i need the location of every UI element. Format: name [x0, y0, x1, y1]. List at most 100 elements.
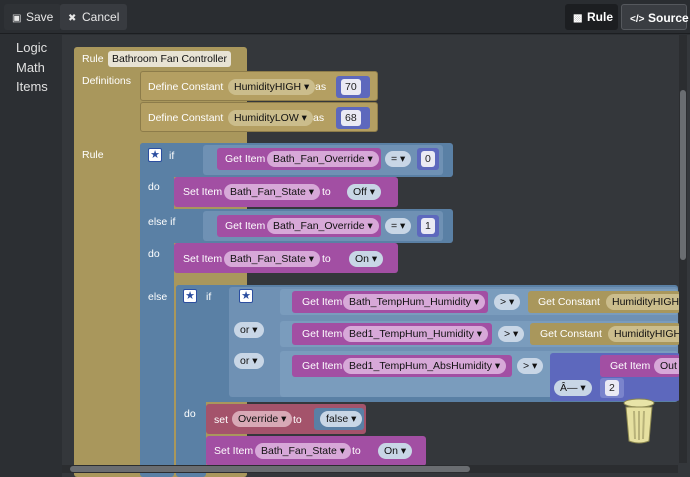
vertical-scroll-thumb[interactable]	[680, 90, 686, 260]
item-name: Bath_Fan_Override	[273, 153, 365, 165]
star-icon[interactable]: ★	[183, 289, 197, 303]
toolbox-category-items[interactable]: Items	[16, 79, 48, 94]
operator-dropdown[interactable]: > ▾	[494, 294, 521, 310]
star-icon[interactable]: ★	[239, 289, 253, 303]
top-toolbar: ▣ Save ✖ Cancel ▩ Rule </> Source	[0, 0, 690, 34]
constant-name-value: HumidityHIGH	[234, 81, 302, 93]
do-label: do	[148, 248, 160, 260]
value-dropdown[interactable]: On ▾	[349, 251, 384, 267]
if-block-spine	[140, 143, 174, 477]
to-label: to	[322, 253, 331, 265]
get-item-label: Get Item	[302, 328, 343, 340]
else-if-label: else if	[148, 216, 176, 228]
horizontal-scroll-thumb[interactable]	[70, 466, 470, 472]
puzzle-icon: ▩	[573, 13, 583, 24]
to-label: to	[322, 186, 331, 198]
set-item-label: Set Item	[183, 253, 223, 265]
source-tab-button[interactable]: </> Source	[621, 4, 689, 30]
item-dropdown[interactable]: Bed1_TempHum_AbsHumidity ▾	[343, 358, 507, 374]
operator-value: >	[523, 360, 530, 372]
item-name: Bath_Fan_State	[230, 186, 306, 198]
item-name: Bed1_TempHum_Humidity	[349, 328, 474, 340]
get-constant-label: Get Constant	[540, 328, 602, 340]
number-input[interactable]: 70	[341, 79, 361, 95]
operator-dropdown[interactable]: = ▾	[385, 218, 412, 234]
toolbox: Logic Math Items	[0, 35, 62, 477]
or-value: or	[240, 324, 250, 336]
constant-name-dropdown[interactable]: HumidityLOW ▾	[228, 110, 313, 126]
toolbox-category-logic[interactable]: Logic	[16, 40, 47, 55]
number-input[interactable]: 1	[421, 218, 435, 234]
number-input[interactable]: 0	[421, 151, 435, 167]
get-item-label: Get Item	[302, 360, 343, 372]
toolbox-category-math[interactable]: Math	[16, 60, 45, 75]
to-label: to	[293, 414, 302, 426]
item-dropdown[interactable]: Bath_Fan_State ▾	[224, 251, 321, 267]
variable-name: Override	[238, 413, 279, 425]
item-name: Bath_Fan_State	[261, 445, 337, 457]
item-dropdown[interactable]: Bath_Fan_State ▾	[255, 443, 352, 459]
value-text: On	[384, 445, 399, 457]
constant-dropdown[interactable]: HumidityHIGH	[606, 294, 686, 310]
set-item-label: Set Item	[183, 186, 223, 198]
item-dropdown[interactable]: Bed1_TempHum_Humidity ▾	[343, 326, 489, 342]
boolean-dropdown[interactable]: false ▾	[320, 411, 363, 427]
number-input[interactable]: 2	[605, 380, 619, 396]
horizontal-scrollbar[interactable]	[62, 465, 678, 473]
rule-section-label: Rule	[82, 149, 104, 161]
value-dropdown[interactable]: On ▾	[378, 443, 413, 459]
get-constant-label: Get Constant	[538, 296, 600, 308]
constant-dropdown[interactable]: HumidityHIGH	[608, 326, 688, 342]
value-dropdown[interactable]: Off ▾	[347, 184, 382, 200]
or-dropdown[interactable]: or ▾	[234, 322, 264, 338]
get-item-label: Get Item	[302, 296, 343, 308]
item-name: Bath_Fan_Override	[273, 220, 365, 232]
as-label: as	[315, 81, 327, 93]
operator-value: >	[500, 296, 507, 308]
rule-header-label: Rule	[82, 53, 104, 65]
if-label: if	[206, 291, 212, 303]
star-icon[interactable]: ★	[148, 148, 162, 162]
operator-dropdown[interactable]: > ▾	[517, 358, 544, 374]
code-icon: </>	[630, 14, 645, 25]
constant-name: HumidityHIGH	[614, 328, 682, 340]
value-text: On	[355, 253, 370, 265]
define-constant-label: Define Constant	[148, 112, 224, 124]
operator-dropdown[interactable]: > ▾	[498, 326, 525, 342]
operator-value: >	[504, 328, 511, 340]
item-name: Bath_Fan_State	[230, 253, 306, 265]
item-name: Out	[660, 360, 677, 372]
variable-dropdown[interactable]: Override ▾	[232, 411, 293, 427]
value-text: Off	[353, 186, 367, 198]
operator-value: =	[391, 153, 398, 165]
math-operator-value: Â—	[560, 382, 578, 394]
item-dropdown[interactable]: Bath_Fan_Override ▾	[267, 151, 379, 167]
item-dropdown[interactable]: Bath_TempHum_Humidity ▾	[343, 294, 486, 310]
vertical-scrollbar[interactable]	[679, 35, 687, 463]
blockly-workspace[interactable]: Rule Bathroom Fan Controller Definitions…	[62, 35, 690, 477]
or-dropdown[interactable]: or ▾	[234, 353, 264, 369]
trash-icon[interactable]	[623, 397, 655, 445]
do-label: do	[184, 408, 196, 420]
get-item-label: Get Item	[225, 220, 266, 232]
to-label: to	[352, 445, 361, 457]
constant-name: HumidityHIGH	[612, 296, 680, 308]
item-dropdown[interactable]: Bath_Fan_Override ▾	[267, 218, 379, 234]
get-item-label: Get Item	[610, 360, 651, 372]
definitions-label: Definitions	[82, 75, 132, 87]
close-icon: ✖	[68, 13, 77, 24]
cancel-button[interactable]: ✖ Cancel	[60, 4, 128, 30]
set-label: set	[214, 414, 229, 426]
number-input[interactable]: 68	[341, 110, 361, 126]
rule-tab-button[interactable]: ▩ Rule	[565, 4, 618, 30]
inner-if-spine	[176, 285, 206, 477]
item-dropdown[interactable]: Bath_Fan_State ▾	[224, 184, 321, 200]
operator-dropdown[interactable]: = ▾	[385, 151, 412, 167]
item-name: Bed1_TempHum_AbsHumidity	[349, 360, 492, 372]
constant-name-dropdown[interactable]: HumidityHIGH ▾	[228, 79, 316, 95]
rule-name-input[interactable]: Bathroom Fan Controller	[108, 51, 231, 67]
save-button[interactable]: ▣ Save	[4, 4, 62, 30]
save-icon: ▣	[12, 13, 22, 24]
math-operator-dropdown[interactable]: Â— ▾	[554, 380, 592, 396]
operator-value: =	[391, 220, 398, 232]
